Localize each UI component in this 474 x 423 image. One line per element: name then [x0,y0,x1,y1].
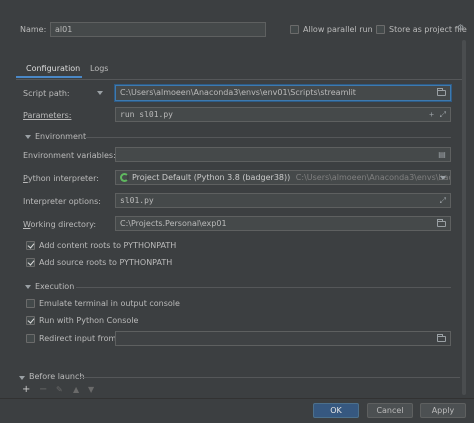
environment-section-title: Environment [35,132,87,141]
add-source-roots-checkbox[interactable] [26,258,35,267]
redirect-input-browse-folder-icon[interactable] [437,334,446,342]
allow-parallel-run-checkbox[interactable] [290,25,299,34]
working-directory-input[interactable]: C:\Projects.Personal\exp01 [115,216,451,231]
python-interpreter-select[interactable]: Project Default (Python 3.8 (badger38)) … [115,170,451,185]
run-with-console-label: Run with Python Console [39,316,139,325]
edit-task-pencil-icon[interactable]: ✎ [56,385,63,394]
parameters-value: run sl01.py [120,110,173,119]
ok-button[interactable]: OK [313,403,359,418]
redirect-input-label: Redirect input from: [39,334,119,343]
parameters-label: Parameters: [23,111,72,120]
interpreter-name: Project Default (Python 3.8 (badger38)) [132,173,291,182]
cancel-button[interactable]: Cancel [367,403,413,418]
working-directory-value: C:\Projects.Personal\exp01 [120,219,227,228]
interpreter-options-label: Interpreter options: [23,197,101,206]
allow-parallel-run-label: Allow parallel run [303,25,373,34]
interpreter-path: C:\Users\almoeen\Anaconda3\envs\badger38… [295,173,450,182]
tab-logs-label: Logs [90,64,109,73]
name-label: Name: [20,25,47,34]
add-macro-plus-icon[interactable]: + [429,108,434,121]
tab-divider [16,79,466,80]
chevron-down-icon[interactable] [440,176,446,180]
execution-divider [76,287,451,288]
move-down-arrow-icon[interactable]: ▼ [88,385,94,394]
redirect-input-field[interactable] [115,331,451,346]
store-as-project-file-label: Store as project file [389,25,467,34]
vertical-scrollbar[interactable] [462,40,466,395]
settings-gear-icon[interactable]: ⚙ [457,23,464,32]
expand-arrows-icon[interactable]: ⤢ [440,194,446,207]
name-input[interactable]: al01 [50,22,266,37]
before-launch-collapse-icon[interactable] [19,376,25,380]
execution-section-title: Execution [35,282,75,291]
emulate-terminal-checkbox[interactable] [26,299,35,308]
run-with-console-checkbox[interactable] [26,316,35,325]
execution-collapse-icon[interactable] [25,285,31,289]
env-vars-label: Environment variables: [23,151,116,160]
python-interpreter-label: Python interpreter: [23,174,99,183]
add-content-roots-label: Add content roots to PYTHONPATH [39,241,177,250]
interpreter-options-input[interactable]: sl01.py ⤢ [115,193,451,208]
add-content-roots-checkbox[interactable] [26,241,35,250]
parameters-input[interactable]: run sl01.py + ⤢ [115,107,451,122]
footer-divider [0,398,474,399]
redirect-input-checkbox[interactable] [26,334,35,343]
before-launch-divider [80,377,460,378]
script-path-input[interactable]: C:\Users\almoeen\Anaconda3\envs\env01\Sc… [115,85,451,101]
env-vars-input[interactable]: ▤ [115,147,451,162]
expand-arrows-icon[interactable]: ⤢ [440,108,446,121]
script-path-mode-label[interactable]: Script path: [23,89,70,98]
apply-button[interactable]: Apply [420,403,466,418]
before-launch-title: Before launch [29,372,85,381]
working-directory-browse-folder-icon[interactable] [437,219,446,227]
add-source-roots-label: Add source roots to PYTHONPATH [39,258,173,267]
script-path-value: C:\Users\almoeen\Anaconda3\envs\env01\Sc… [120,88,356,97]
interpreter-options-value: sl01.py [120,196,154,205]
environment-collapse-icon[interactable] [25,135,31,139]
tab-configuration[interactable]: Configuration [16,62,82,78]
tab-configuration-label: Configuration [26,64,81,73]
edit-env-vars-icon[interactable]: ▤ [437,150,447,159]
store-as-project-file-checkbox[interactable] [376,25,385,34]
move-up-arrow-icon[interactable]: ▲ [73,385,79,394]
python-interpreter-icon [120,173,129,182]
tab-logs[interactable]: Logs [84,62,114,78]
environment-divider [86,137,451,138]
emulate-terminal-label: Emulate terminal in output console [39,299,180,308]
remove-task-minus-icon[interactable]: − [39,384,47,395]
script-path-browse-folder-icon[interactable] [437,88,446,96]
add-task-plus-icon[interactable]: + [22,384,30,395]
script-mode-dropdown-icon[interactable] [97,91,103,95]
working-directory-label: Working directory: [23,220,97,229]
